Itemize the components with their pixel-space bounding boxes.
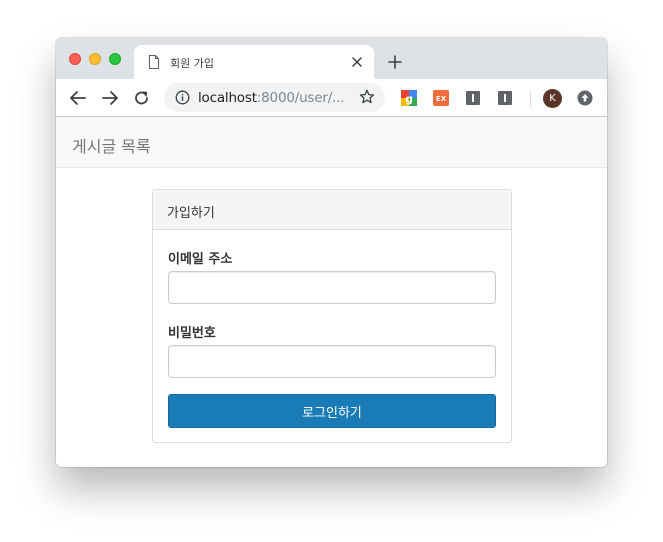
url-path: :8000/user/... (256, 90, 345, 106)
tab-strip: 회원 가입 (56, 38, 607, 79)
panel-heading: 가입하기 (153, 190, 511, 230)
document-icon (148, 55, 160, 69)
back-arrow-icon[interactable] (69, 90, 87, 106)
bookmark-extension-icon[interactable] (497, 90, 513, 106)
avatar[interactable]: K (543, 89, 562, 108)
minimize-window-button[interactable] (89, 53, 101, 65)
email-field[interactable] (168, 271, 496, 304)
reload-icon[interactable] (133, 90, 151, 106)
ex-extension-icon[interactable]: EX (433, 90, 449, 106)
close-window-button[interactable] (69, 53, 81, 65)
bookmark-extension-icon[interactable] (465, 90, 481, 106)
maximize-window-button[interactable] (109, 53, 121, 65)
toolbar-divider (530, 91, 531, 107)
navbar: 게시글 목록 (56, 117, 607, 168)
panel-title: 가입하기 (167, 206, 215, 221)
star-icon[interactable] (359, 89, 375, 105)
page-content: 게시글 목록 가입하기 이메일 주소 비밀번호 로그인하기 (56, 117, 607, 467)
password-field[interactable] (168, 345, 496, 378)
url-host: localhost (198, 90, 257, 106)
brand-link[interactable]: 게시글 목록 (72, 133, 151, 157)
svg-text:g: g (405, 93, 413, 106)
password-label: 비밀번호 (168, 326, 216, 341)
address-bar[interactable]: localhost:8000/user/... (164, 83, 385, 112)
url-text: localhost:8000/user/... (198, 90, 345, 106)
browser-window: 회원 가입 localhost:8000/user/... g EX K 게시글… (56, 38, 607, 467)
signup-panel: 가입하기 이메일 주소 비밀번호 로그인하기 (152, 189, 512, 443)
close-tab-icon[interactable] (351, 56, 363, 68)
update-icon[interactable] (577, 90, 593, 106)
browser-toolbar: localhost:8000/user/... g EX K (56, 79, 607, 117)
tab-title: 회원 가입 (170, 57, 214, 70)
email-label: 이메일 주소 (168, 252, 233, 267)
google-extension-icon[interactable]: g (401, 90, 417, 106)
new-tab-icon[interactable] (388, 55, 402, 69)
forward-arrow-icon[interactable] (101, 90, 119, 106)
info-icon[interactable] (175, 90, 190, 105)
browser-tab[interactable]: 회원 가입 (134, 45, 374, 79)
svg-text:EX: EX (436, 95, 447, 103)
submit-button[interactable]: 로그인하기 (168, 394, 496, 428)
